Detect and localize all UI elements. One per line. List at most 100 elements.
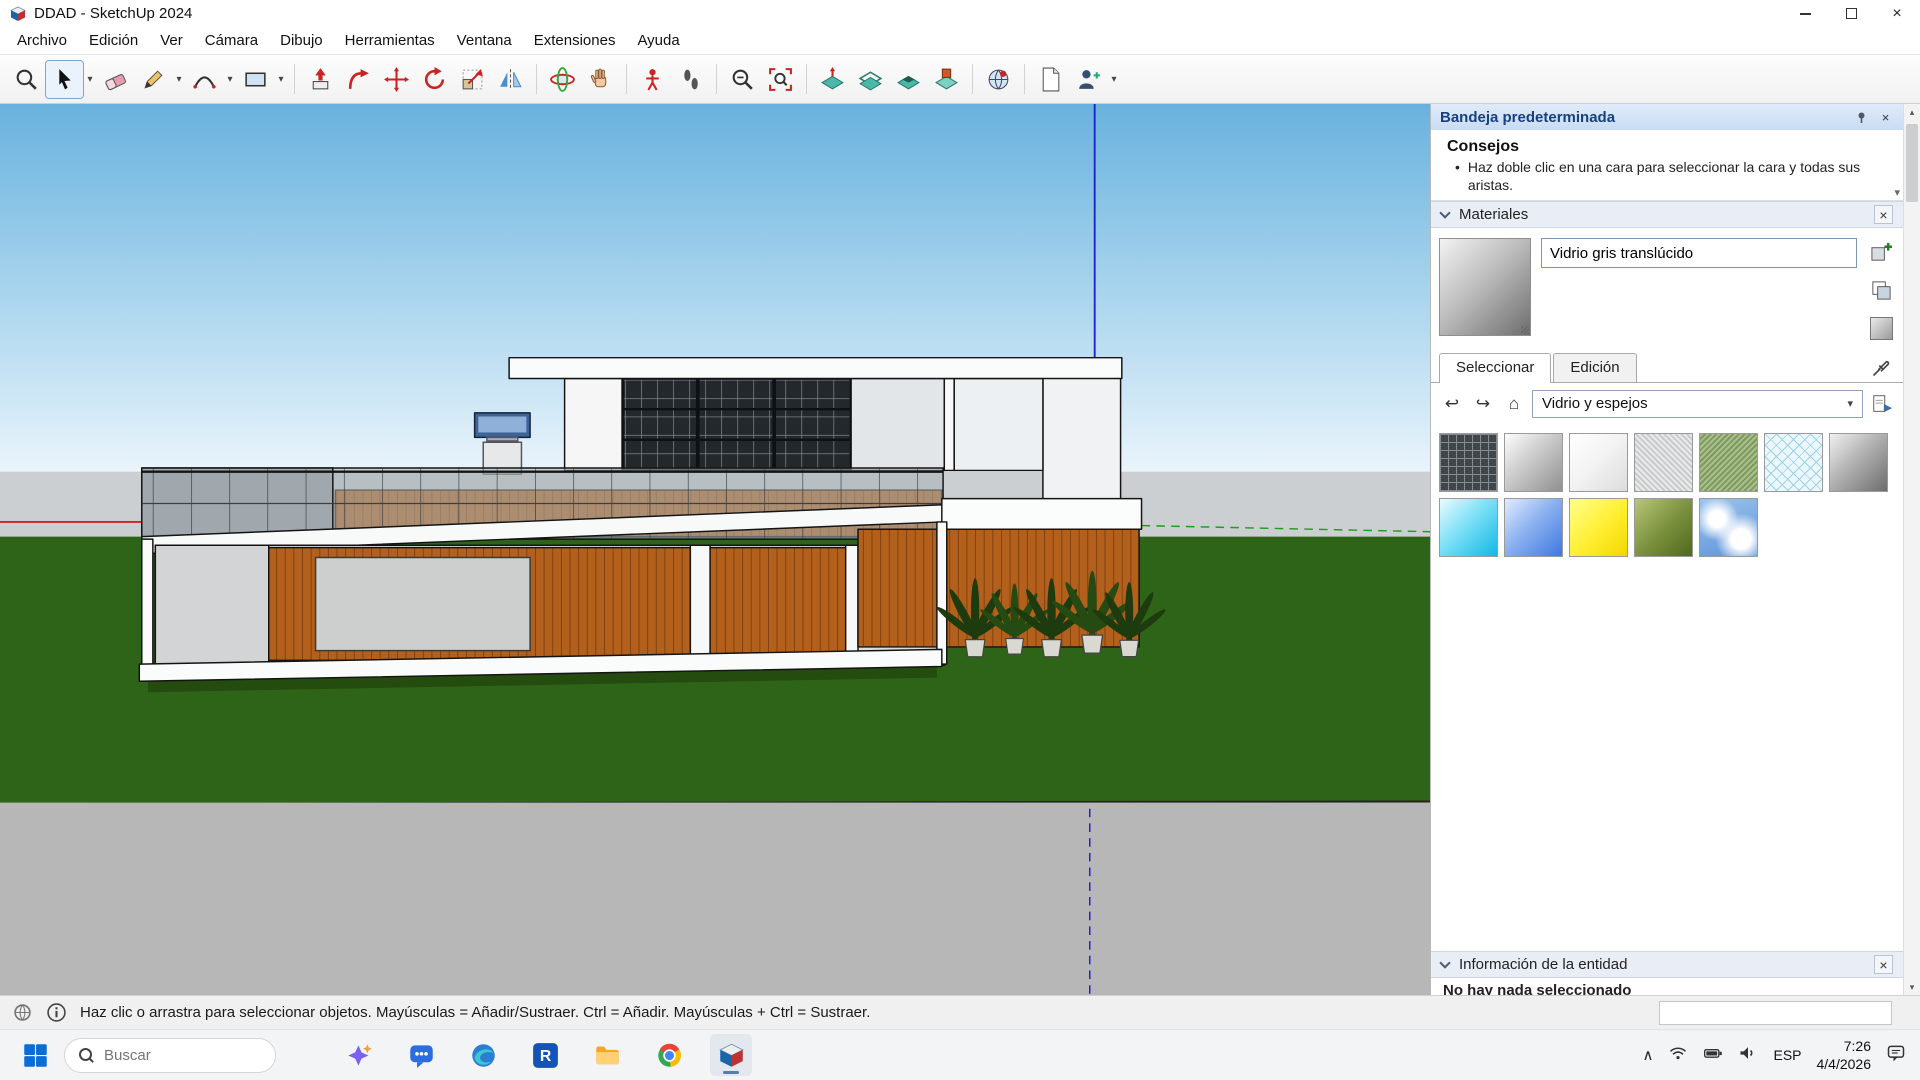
zoom-extents-tool[interactable] <box>762 61 799 98</box>
move-tool[interactable] <box>378 61 415 98</box>
materials-section-header[interactable]: Materiales × <box>1431 201 1903 228</box>
taskbar-app-sketchup[interactable] <box>710 1034 752 1076</box>
shapes-tool[interactable] <box>237 61 274 98</box>
eraser-tool[interactable] <box>97 61 134 98</box>
display-section-planes-tool[interactable] <box>852 61 889 98</box>
material-swatch[interactable] <box>1439 498 1498 557</box>
hidden-icons-chevron[interactable]: ∧ <box>1643 1046 1654 1064</box>
tips-scroll-down[interactable]: ▾ <box>1894 186 1900 199</box>
taskbar-search[interactable] <box>64 1038 276 1073</box>
select-tool-dropdown[interactable]: ▾ <box>84 74 96 85</box>
taskbar-app-file-explorer[interactable] <box>586 1034 628 1076</box>
search-input[interactable] <box>104 1047 244 1064</box>
notifications-button[interactable] <box>1886 1043 1906 1068</box>
taskbar-app-chat[interactable] <box>400 1034 442 1076</box>
menu-ver[interactable]: Ver <box>149 29 194 52</box>
pan-tool[interactable] <box>582 61 619 98</box>
display-section-fill-tool[interactable] <box>928 61 965 98</box>
menu-edicion[interactable]: Edición <box>78 29 149 52</box>
entity-info-section-header[interactable]: Información de la entidad × <box>1431 951 1903 978</box>
material-swatch[interactable] <box>1764 433 1823 492</box>
search-tool[interactable] <box>8 61 45 98</box>
material-swatch[interactable] <box>1569 498 1628 557</box>
secondary-pane-button[interactable] <box>1869 278 1894 303</box>
menu-extensiones[interactable]: Extensiones <box>523 29 627 52</box>
battery-button[interactable] <box>1703 1043 1723 1068</box>
active-material-preview[interactable] <box>1439 238 1531 336</box>
minimize-button[interactable] <box>1782 0 1828 27</box>
preview-resize-grip[interactable] <box>1521 326 1529 334</box>
line-tool-dropdown[interactable]: ▾ <box>173 74 185 85</box>
scroll-up-arrow[interactable]: ▴ <box>1904 104 1920 120</box>
collection-dropdown[interactable]: Vidrio y espejos ▾ <box>1532 390 1863 418</box>
material-swatch[interactable] <box>1634 433 1693 492</box>
material-swatch[interactable] <box>1439 433 1498 492</box>
tray-pin-button[interactable] <box>1853 109 1870 126</box>
menu-dibujo[interactable]: Dibujo <box>269 29 334 52</box>
material-swatch[interactable] <box>1699 498 1758 557</box>
walk-tool[interactable] <box>672 61 709 98</box>
taskbar-app-copilot[interactable] <box>338 1034 380 1076</box>
back-button[interactable]: ↩ <box>1439 391 1465 416</box>
geolocation-button[interactable] <box>12 1002 33 1023</box>
zoom-tool[interactable] <box>724 61 761 98</box>
collection-details-button[interactable] <box>1868 390 1895 417</box>
entity-info-close-button[interactable]: × <box>1874 955 1893 974</box>
tray-close-button[interactable]: × <box>1877 109 1894 126</box>
arc-tool-dropdown[interactable]: ▾ <box>224 74 236 85</box>
3d-viewport[interactable] <box>0 104 1430 995</box>
material-swatch[interactable] <box>1569 433 1628 492</box>
arc-tool[interactable] <box>186 61 223 98</box>
tab-seleccionar[interactable]: Seleccionar <box>1439 353 1551 383</box>
menu-ventana[interactable]: Ventana <box>446 29 523 52</box>
language-indicator[interactable]: ESP <box>1773 1047 1801 1063</box>
menu-ayuda[interactable]: Ayuda <box>626 29 690 52</box>
home-button[interactable]: ⌂ <box>1501 391 1527 416</box>
menu-archivo[interactable]: Archivo <box>6 29 78 52</box>
taskbar-app-revit[interactable]: R <box>524 1034 566 1076</box>
share-model-dropdown[interactable]: ▾ <box>1108 74 1120 85</box>
forward-button[interactable]: ↪ <box>1470 391 1496 416</box>
pushpull-tool[interactable] <box>302 61 339 98</box>
volume-button[interactable] <box>1738 1043 1758 1068</box>
network-button[interactable] <box>1668 1043 1688 1068</box>
menu-herramientas[interactable]: Herramientas <box>334 29 446 52</box>
material-swatch[interactable] <box>1504 498 1563 557</box>
tab-edicion[interactable]: Edición <box>1553 353 1636 382</box>
instructor-button[interactable] <box>46 1002 67 1023</box>
taskbar-app-edge[interactable] <box>462 1034 504 1076</box>
new-file-tool[interactable] <box>1032 61 1069 98</box>
material-swatch[interactable] <box>1634 498 1693 557</box>
rotate-tool[interactable] <box>416 61 453 98</box>
taskbar-app-chrome[interactable] <box>648 1034 690 1076</box>
section-plane-tool[interactable] <box>814 61 851 98</box>
start-button[interactable] <box>14 1034 56 1076</box>
orbit-tool[interactable] <box>544 61 581 98</box>
measurements-box[interactable] <box>1659 1001 1892 1025</box>
material-swatch[interactable] <box>1829 433 1888 492</box>
display-section-cuts-tool[interactable] <box>890 61 927 98</box>
maximize-button[interactable] <box>1828 0 1874 27</box>
line-tool[interactable] <box>135 61 172 98</box>
material-name-input[interactable] <box>1541 238 1857 268</box>
materials-close-button[interactable]: × <box>1874 205 1893 224</box>
position-camera-tool[interactable] <box>634 61 671 98</box>
flip-tool[interactable] <box>492 61 529 98</box>
close-button[interactable]: × <box>1874 0 1920 27</box>
material-swatch[interactable] <box>1504 433 1563 492</box>
sample-paint-button[interactable] <box>1867 354 1895 382</box>
shapes-tool-dropdown[interactable]: ▾ <box>275 74 287 85</box>
scroll-down-arrow[interactable]: ▾ <box>1904 979 1920 995</box>
scale-tool[interactable] <box>454 61 491 98</box>
scrollbar-thumb[interactable] <box>1906 124 1918 202</box>
taskbar-clock[interactable]: 7:26 4/4/2026 <box>1817 1037 1872 1073</box>
material-swatch[interactable] <box>1699 433 1758 492</box>
tray-header[interactable]: Bandeja predeterminada × <box>1431 104 1903 130</box>
default-material-button[interactable] <box>1869 316 1894 341</box>
add-location-tool[interactable] <box>980 61 1017 98</box>
followme-tool[interactable] <box>340 61 377 98</box>
tray-scrollbar[interactable]: ▴ ▾ <box>1903 104 1920 995</box>
create-material-button[interactable] <box>1869 240 1894 265</box>
select-tool[interactable] <box>46 61 83 98</box>
menu-camara[interactable]: Cámara <box>194 29 269 52</box>
